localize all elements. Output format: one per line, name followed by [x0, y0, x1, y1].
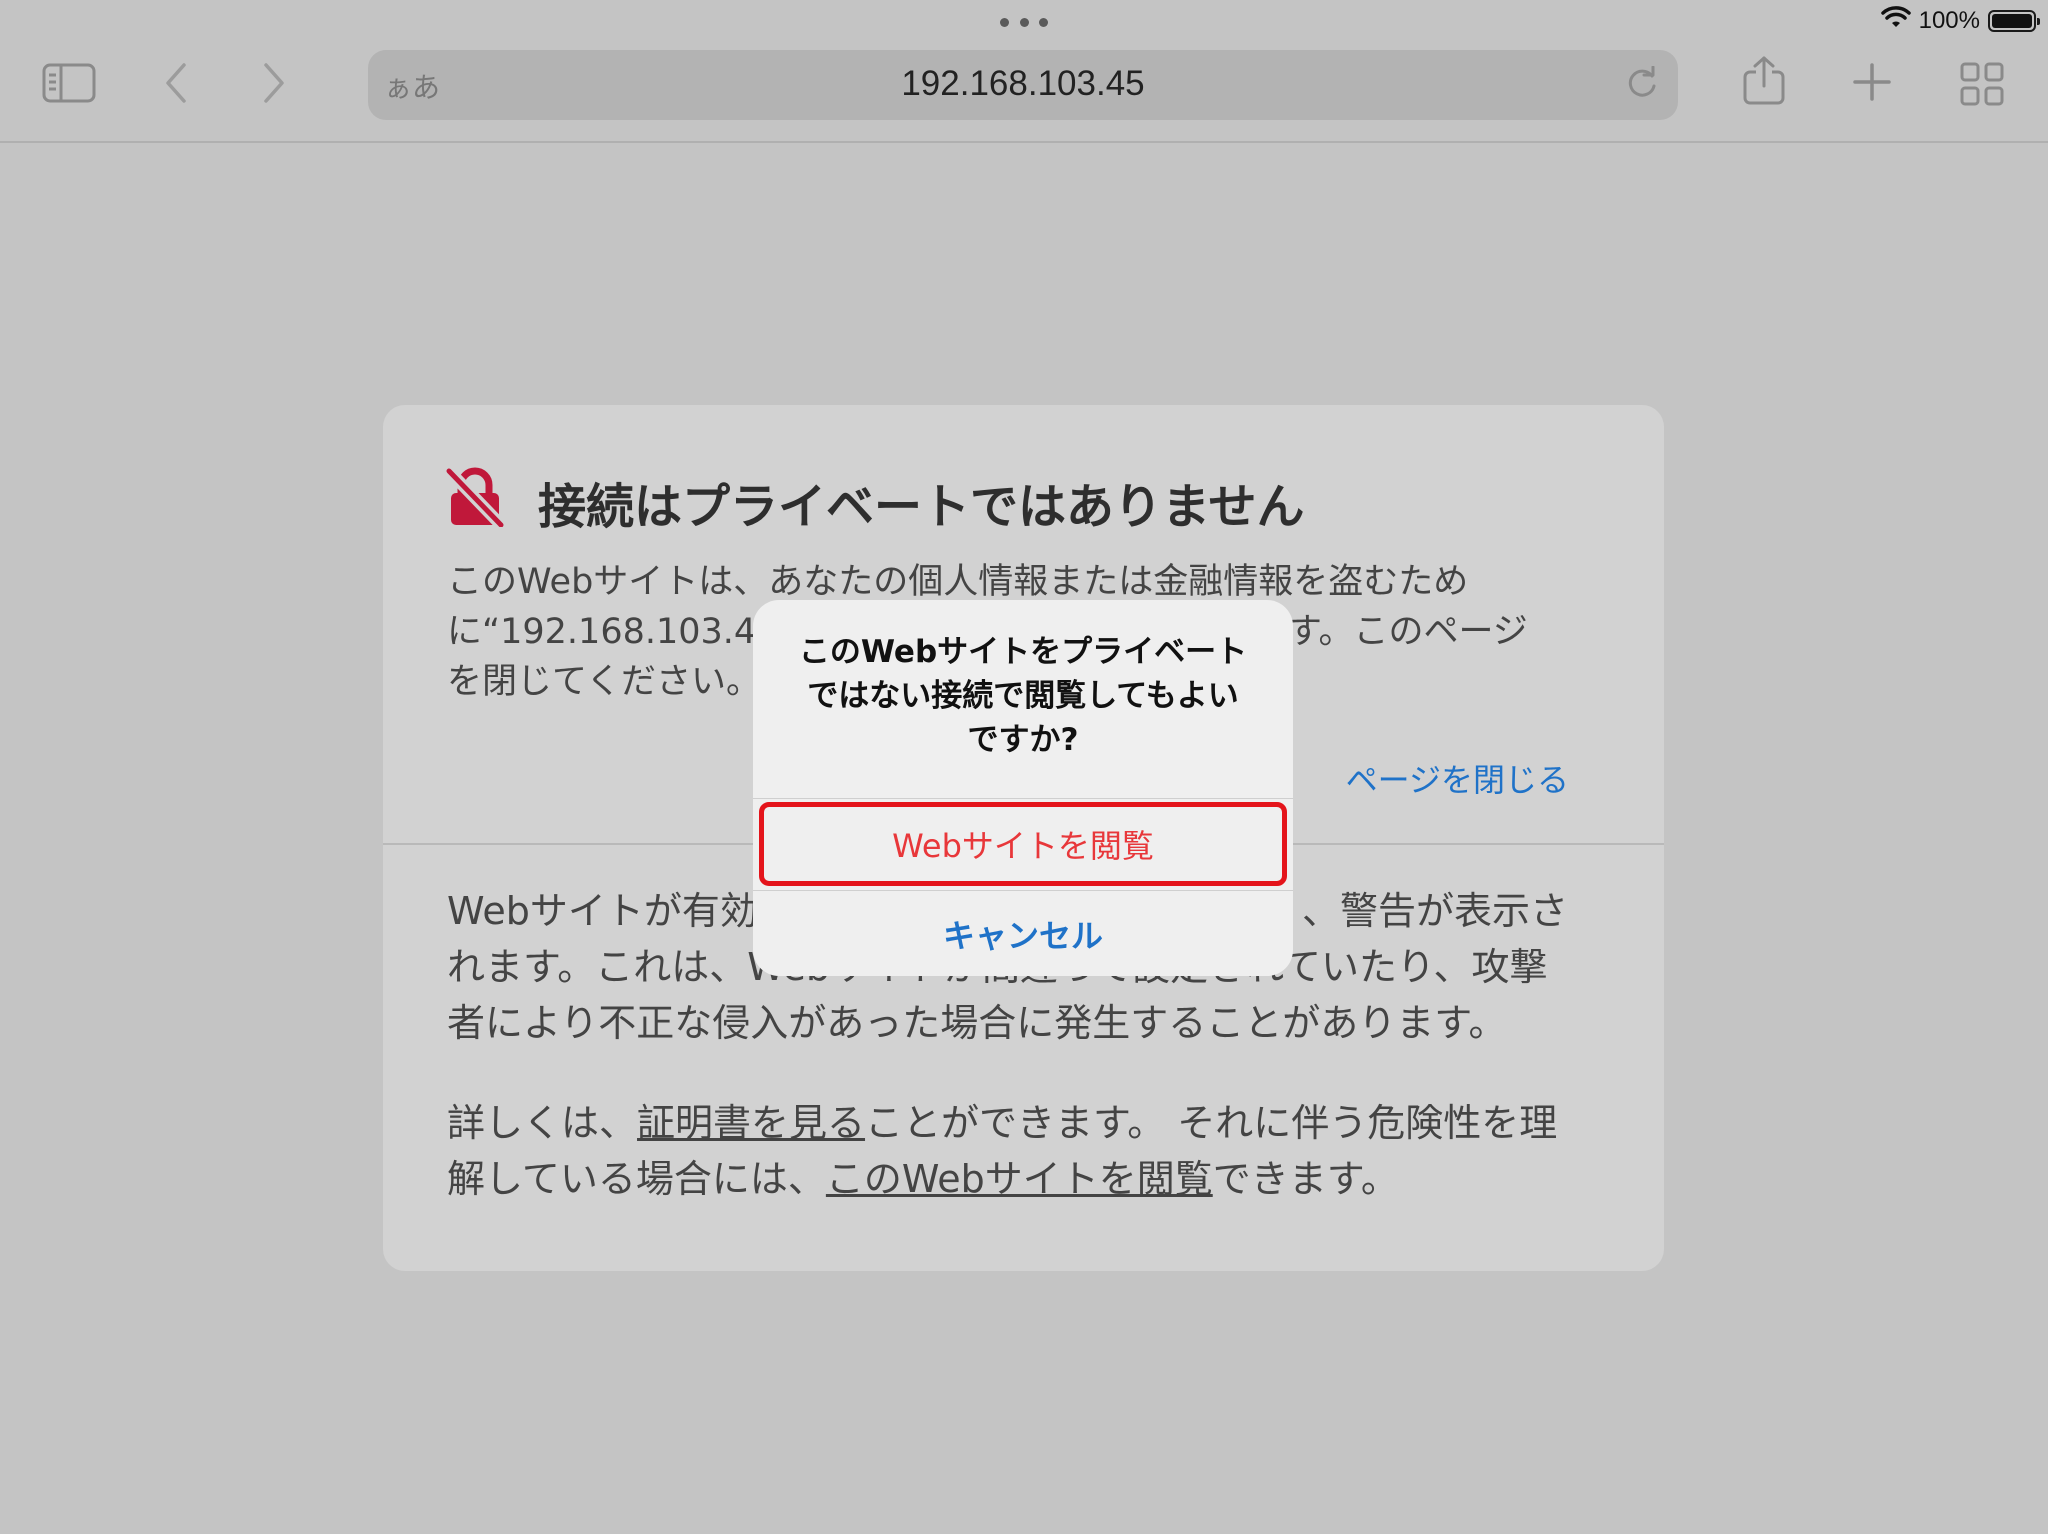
- page-title: 接続はプライベートではありません: [538, 479, 1305, 535]
- description-fragment: に“192.168.103.45: [447, 612, 779, 652]
- address-bar[interactable]: ぁあ 192.168.103.45: [368, 50, 1678, 120]
- details-fragment: Webサイトが有効: [447, 889, 758, 933]
- plus-icon[interactable]: [1852, 62, 1892, 102]
- tab-overview-icon[interactable]: [1960, 62, 2004, 106]
- more-info-middle: ことができます。 それに伴う危険性を理: [865, 1101, 1558, 1145]
- cancel-button[interactable]: キャンセル: [753, 892, 1293, 976]
- dialog-title-line: ですか?: [967, 722, 1079, 758]
- more-info-prefix: 詳しくは、: [447, 1101, 638, 1145]
- more-info-prefix: 解している場合には、: [447, 1157, 826, 1201]
- visit-website-link[interactable]: このWebサイトを閲覧: [826, 1157, 1213, 1201]
- more-info-suffix: できます。: [1212, 1157, 1399, 1201]
- browser-toolbar: ぁあ 192.168.103.45: [0, 0, 2048, 143]
- visit-website-button[interactable]: Webサイトを閲覧: [759, 802, 1287, 886]
- dialog-title-line: ではない接続で閲覧してもよい: [807, 678, 1239, 714]
- reload-icon[interactable]: [1624, 65, 1660, 106]
- confirm-dialog: このWebサイトをプライベート ではない接続で閲覧してもよい ですか? Webサ…: [753, 600, 1293, 976]
- divider: [753, 890, 1293, 891]
- details-line: 者により不正な侵入があった場合に発生することがあります。: [447, 1001, 1507, 1045]
- sidebar-icon[interactable]: [42, 62, 96, 104]
- close-page-link[interactable]: ページを閉じる: [1346, 755, 1569, 801]
- chevron-right-icon[interactable]: [258, 62, 288, 104]
- description-fragment: ます。このページ: [1252, 612, 1528, 652]
- dialog-title-line: このWebサイトをプライベート: [798, 634, 1248, 670]
- url-text[interactable]: 192.168.103.45: [368, 64, 1678, 104]
- more-info-line: 解している場合には、このWebサイトを閲覧できます。: [447, 1151, 1617, 1207]
- divider: [753, 798, 1293, 799]
- details-fragment: 、警告が表示さ: [1302, 889, 1569, 933]
- more-info-text: 詳しくは、証明書を見ることができます。 それに伴う危険性を理 解している場合には…: [447, 1095, 1617, 1207]
- view-certificate-link[interactable]: 証明書を見る: [637, 1101, 865, 1145]
- more-info-line: 詳しくは、証明書を見ることができます。 それに伴う危険性を理: [447, 1095, 1617, 1151]
- share-icon[interactable]: [1742, 56, 1786, 106]
- dialog-title: このWebサイトをプライベート ではない接続で閲覧してもよい ですか?: [783, 630, 1263, 762]
- chevron-left-icon[interactable]: [162, 62, 192, 104]
- broken-lock-icon: [443, 466, 507, 531]
